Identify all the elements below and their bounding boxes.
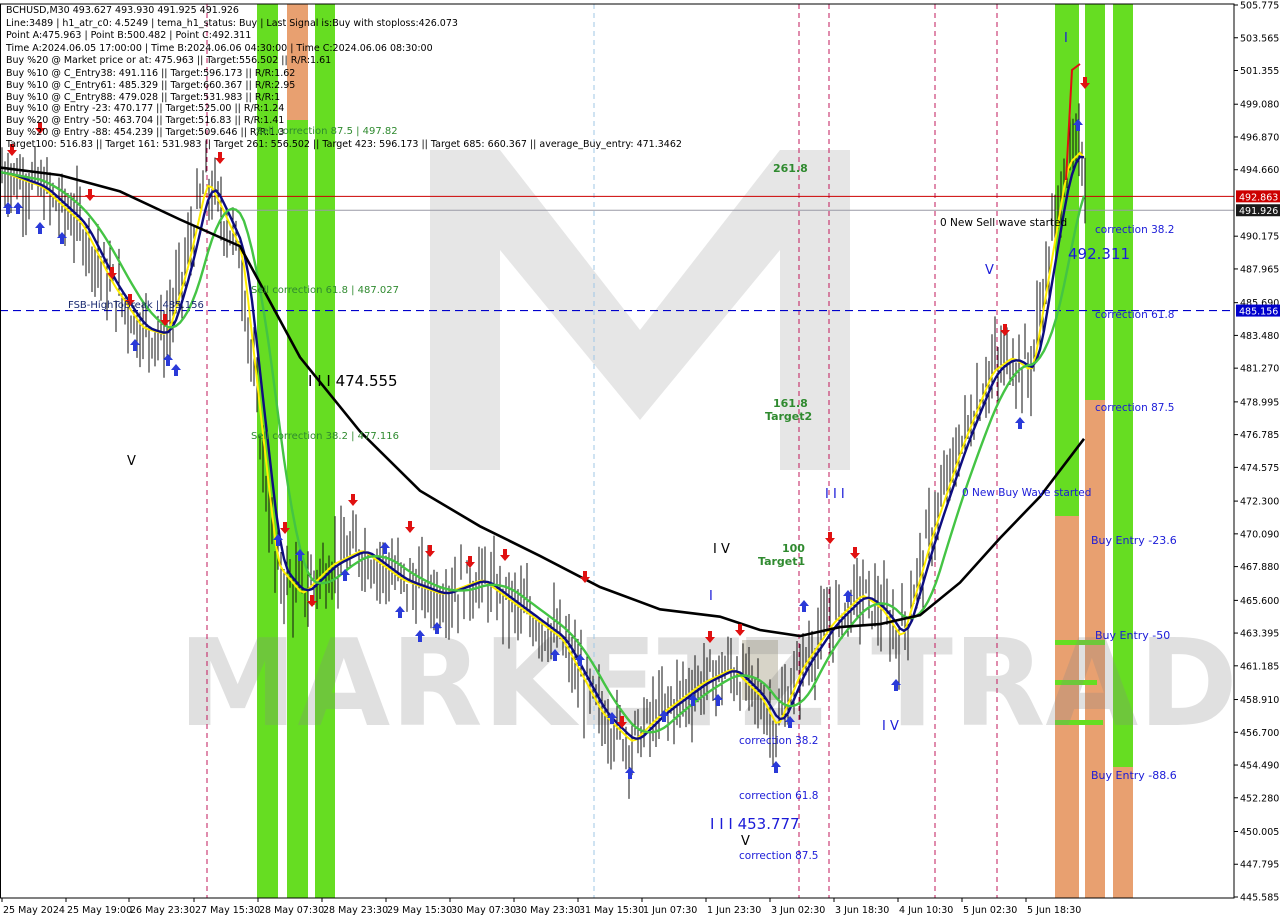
info-line-5: Buy %10 @ C_Entry61: 485.329 || Target:6… (6, 80, 295, 91)
price-tick-label: 481.270 (1240, 364, 1279, 375)
target-1618: 161.8 (773, 397, 808, 410)
time-tick-label: 25 May 2024 (3, 905, 65, 916)
info-line-1: Point A:475.963 | Point B:500.482 | Poin… (6, 30, 251, 41)
price-tick-label: 456.700 (1240, 728, 1279, 739)
info-line-0: Line:3489 | h1_atr_c0: 4.5249 | tema_h1_… (6, 18, 458, 29)
price-tick-label: 499.080 (1240, 100, 1279, 111)
time-tick-label: 28 May 07:30 (259, 905, 324, 916)
time-tick-label: 5 Jun 18:30 (1027, 905, 1081, 916)
target2-label: Target2 (765, 410, 812, 423)
price-tick-label: 458.910 (1240, 695, 1279, 706)
price-tick-label: 483.480 (1240, 331, 1279, 342)
time-tick-label: 3 Jun 18:30 (835, 905, 889, 916)
price-tick-label: 467.880 (1240, 562, 1279, 573)
wave-v-left: V (127, 454, 136, 469)
point-c-price: 492.311 (1068, 245, 1130, 263)
info-line-2: Time A:2024.06.05 17:00:00 | Time B:2024… (5, 43, 433, 54)
info-line-3: Buy %20 @ Market price or at: 475.963 ||… (6, 55, 331, 66)
price-tick-label: 470.090 (1240, 529, 1279, 540)
bottom-correction-382: correction 38.2 (739, 735, 818, 747)
sell-correction-875: Sell correction 87.5 | 497.82 (256, 126, 398, 137)
price-tick-label: 505.775 (1240, 1, 1279, 12)
time-tick-label: 27 May 15:30 (195, 905, 260, 916)
info-line-10: Target100: 516.83 || Target 161: 531.983… (5, 139, 682, 150)
orange-zone-3 (1113, 767, 1133, 898)
right-correction-382: correction 38.2 (1095, 224, 1174, 236)
info-line-8: Buy %20 @ Entry -50: 463.704 || Target:5… (6, 115, 284, 126)
time-tick-label: 30 May 07:30 (451, 905, 516, 916)
time-tick-label: 5 Jun 02:30 (963, 905, 1017, 916)
right-correction-618: correction 61.8 (1095, 309, 1174, 321)
time-tick-label: 3 Jun 02:30 (771, 905, 825, 916)
green-zone-5 (1113, 4, 1133, 898)
price-tick-label: 472.300 (1240, 497, 1279, 508)
time-tick-label: 26 May 23:30 (130, 905, 195, 916)
price-tick-label: 447.795 (1240, 860, 1279, 871)
buy-entry-236: Buy Entry -23.6 (1091, 534, 1177, 547)
price-tick-label: 461.185 (1240, 661, 1279, 672)
sell-wave-label: 0 New Sell wave started (940, 217, 1067, 229)
sell-correction-618: Sell correction 61.8 | 487.027 (251, 285, 399, 296)
price-tick-label: 452.280 (1240, 793, 1279, 804)
wave-i-top: I (1064, 31, 1068, 46)
fsb-level-badge: 485.156 (1239, 307, 1278, 318)
chart-area: MARKETZITRADE 505.775 503.565 501.355 499.0… (0, 0, 1280, 920)
time-tick-label: 25 May 19:00 (67, 905, 132, 916)
buy-entry-886: Buy Entry -88.6 (1091, 769, 1177, 782)
time-tick-label: 28 May 23:30 (323, 905, 388, 916)
right-correction-875: correction 87.5 (1095, 402, 1174, 414)
time-tick-label: 31 May 15:30 (579, 905, 644, 916)
wave-iii-left: I I I 474.555 (308, 372, 398, 390)
target-2618: 261.8 (773, 162, 808, 175)
price-chart: MARKETZITRADE 505.775503.565501.355499.0… (0, 0, 1280, 920)
red-level-badge: 492.863 (1239, 192, 1278, 203)
target-100: 100 (782, 542, 805, 555)
price-tick-label: 487.965 (1240, 264, 1279, 275)
price-tick-label: 450.005 (1240, 827, 1279, 838)
wave-iii-bottom: I I I 453.777 (710, 815, 800, 833)
time-tick-label: 30 May 23:30 (515, 905, 580, 916)
price-tick-label: 490.175 (1240, 232, 1279, 243)
wave-iv-mid: I V (713, 542, 730, 557)
info-line-9: Buy %20 @ Entry -88: 454.239 || Target:5… (6, 127, 284, 138)
fsb-label: FSB-HighToBreak | 485.156 (68, 300, 204, 311)
buy-entry-50: Buy Entry -50 (1095, 629, 1170, 642)
buy-wave-label: 0 New Buy Wave started (962, 487, 1091, 499)
current-price-badge: 491.926 (1239, 206, 1278, 217)
price-tick-label: 494.660 (1240, 165, 1279, 176)
price-tick-label: 478.995 (1240, 397, 1279, 408)
price-tick-label: 445.585 (1240, 893, 1279, 904)
wave-v-bottom: V (741, 834, 750, 849)
price-tick-label: 454.490 (1240, 761, 1279, 772)
price-tick-label: 463.395 (1240, 629, 1279, 640)
bottom-correction-875: correction 87.5 (739, 850, 818, 862)
info-line-4: Buy %10 @ C_Entry38: 491.116 || Target:5… (6, 68, 295, 79)
price-tick-label: 501.355 (1240, 66, 1279, 77)
price-tick-label: 465.600 (1240, 596, 1279, 607)
bottom-correction-618: correction 61.8 (739, 790, 818, 802)
info-line-7: Buy %10 @ Entry -23: 470.177 || Target:5… (6, 103, 284, 114)
time-tick-label: 1 Jun 07:30 (643, 905, 697, 916)
price-tick-label: 496.870 (1240, 132, 1279, 143)
target1-label: Target1 (758, 555, 805, 568)
sell-correction-382: Sell correction 38.2 | 477.116 (251, 431, 399, 442)
wave-iv-right: I V (882, 719, 899, 734)
info-line-6: Buy %10 @ C_Entry88: 479.028 || Target:5… (6, 92, 280, 103)
price-tick-label: 503.565 (1240, 33, 1279, 44)
wave-i-mid: I (709, 589, 713, 604)
time-tick-label: 29 May 15:30 (387, 905, 452, 916)
price-tick-label: 474.575 (1240, 463, 1279, 474)
time-tick-label: 4 Jun 10:30 (899, 905, 953, 916)
time-tick-label: 1 Jun 23:30 (707, 905, 761, 916)
wave-v-right: V (985, 263, 994, 278)
price-tick-label: 476.785 (1240, 430, 1279, 441)
wave-iii-mid: I I I (825, 487, 845, 502)
symbol-line: BCHUSD,M30 493.627 493.930 491.925 491.9… (6, 5, 239, 16)
